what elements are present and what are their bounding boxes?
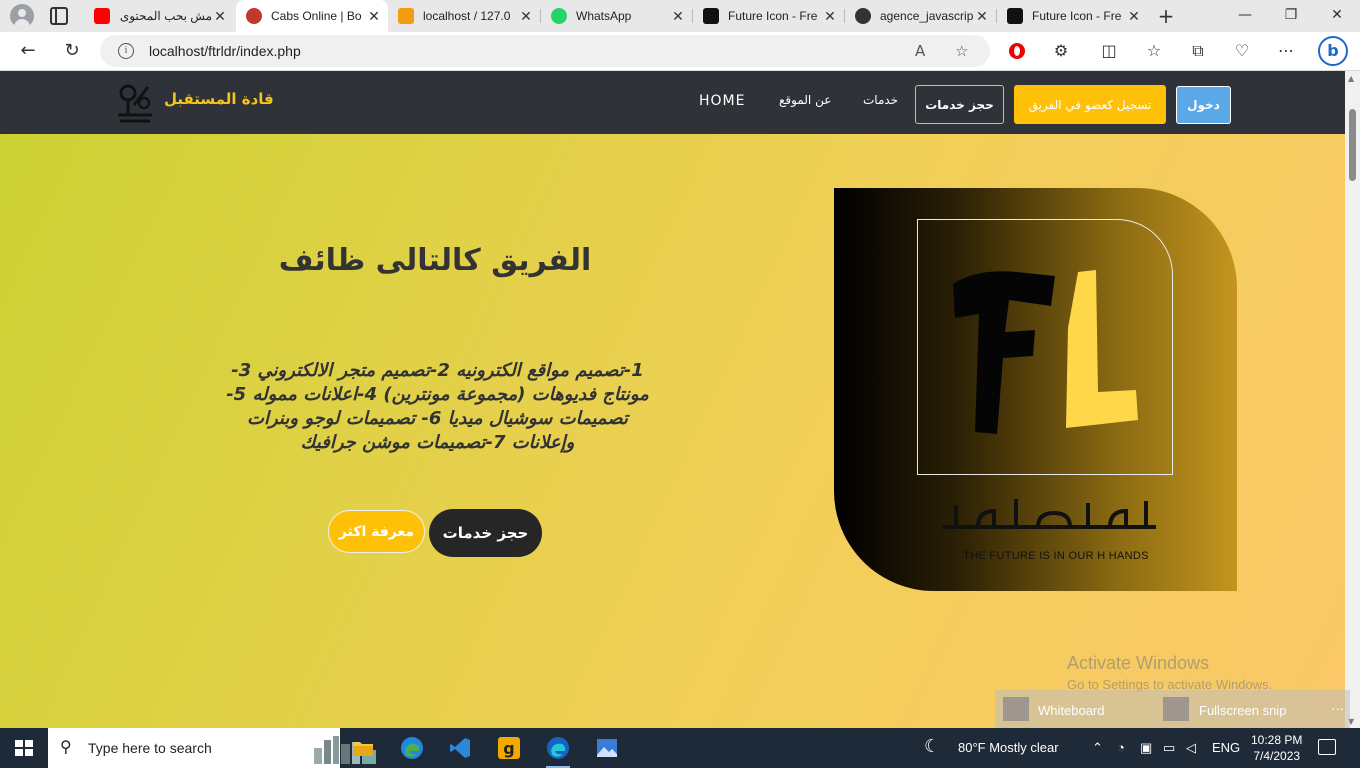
tab-phpmyadmin[interactable]: localhost / 127.0 ✕ (388, 0, 540, 32)
tab-youtube[interactable]: مش بحب المحتوى ✕ (84, 0, 234, 32)
logo-letter-f-icon (953, 271, 1055, 434)
profile-avatar-icon[interactable] (10, 4, 34, 28)
tab-actions-icon[interactable] (50, 7, 68, 25)
search-icon: ⚲ (60, 737, 72, 756)
nav-services-link[interactable]: خدمات (863, 93, 898, 107)
page-viewport: قادة المستقبل HOME عن الموقع خدمات حجز خ… (0, 71, 1345, 728)
search-input[interactable]: Type here to search (88, 740, 212, 756)
opera-extension-icon[interactable] (1009, 43, 1025, 59)
close-tab-icon[interactable]: ✕ (212, 8, 228, 25)
edge-browser-active-icon[interactable] (546, 736, 570, 768)
brand-name[interactable]: قادة المستقبل (164, 90, 274, 108)
activate-windows-watermark: Activate Windows Go to Settings to activ… (1067, 653, 1272, 692)
snip-more-icon[interactable]: ··· (1331, 701, 1344, 716)
more-menu-icon[interactable]: ⋯ (1275, 41, 1297, 60)
split-screen-icon[interactable]: ◫ (1098, 41, 1120, 60)
new-tab-button[interactable]: + (1156, 4, 1176, 28)
fullscreen-snip-button[interactable]: Fullscreen snip (1199, 703, 1286, 718)
activate-title: Activate Windows (1067, 653, 1210, 673)
file-explorer-icon[interactable] (351, 736, 375, 760)
clock-date: 7/4/2023 (1253, 749, 1301, 763)
minimize-icon[interactable]: — (1233, 7, 1257, 23)
site-navbar: قادة المستقبل HOME عن الموقع خدمات حجز خ… (0, 71, 1345, 134)
close-tab-icon[interactable]: ✕ (366, 8, 382, 25)
edge-browser-icon[interactable] (400, 736, 424, 760)
performance-icon[interactable]: ♡ (1231, 41, 1253, 60)
hero-learn-more-button[interactable]: معرفة اكثر (328, 510, 425, 553)
future-icon-favicon (703, 8, 719, 24)
collections-icon[interactable]: ⧉ (1187, 41, 1209, 61)
meet-now-icon[interactable]: ▣ (1140, 740, 1152, 756)
logo-arabic-wordmark (942, 499, 1156, 529)
vscode-icon[interactable] (448, 736, 472, 760)
back-icon[interactable]: ← (16, 40, 40, 61)
scroll-up-icon[interactable]: ▲ (1348, 74, 1354, 83)
whiteboard-button[interactable]: Whiteboard (1038, 703, 1104, 718)
page-scrollbar[interactable]: ▲ ▼ (1345, 71, 1360, 728)
system-clock[interactable]: 10:28 PM 7/4/2023 (1251, 732, 1302, 764)
browser-toolbar: ← ↻ i localhost/ftrldr/index.php A ☆ ⚙ ◫… (0, 32, 1360, 71)
snipping-toolbar: Whiteboard Fullscreen snip ··· (995, 690, 1350, 728)
site-info-icon[interactable]: i (118, 43, 134, 59)
browser-tab-strip: مش بحب المحتوى ✕ Cabs Online | Bo ✕ loca… (0, 0, 1360, 32)
close-window-icon[interactable]: ✕ (1325, 7, 1349, 23)
tab-future-icon[interactable]: Future Icon - Fre ✕ (693, 0, 844, 32)
hero-title: الفريق كالتالى ظائف (278, 243, 592, 278)
tab-whatsapp[interactable]: WhatsApp ✕ (541, 0, 692, 32)
restore-icon[interactable]: ❐ (1279, 7, 1303, 23)
tab-cabs-online[interactable]: Cabs Online | Bo ✕ (236, 0, 388, 32)
brand-logo-icon[interactable] (114, 81, 156, 125)
whatsapp-icon (551, 8, 567, 24)
battery-icon[interactable]: ▭ (1163, 740, 1175, 756)
close-tab-icon[interactable]: ✕ (974, 8, 990, 25)
github-icon (855, 8, 871, 24)
show-hidden-icons-icon[interactable]: ⌃ (1092, 740, 1103, 756)
fullscreen-snip-icon[interactable] (1163, 697, 1189, 721)
phpmyadmin-icon (398, 8, 414, 24)
svg-text:g: g (503, 739, 514, 758)
whiteboard-icon[interactable] (1003, 697, 1029, 721)
notification-center-icon[interactable] (1318, 739, 1336, 755)
hero-book-services-button[interactable]: حجز خدمات (429, 509, 542, 557)
logo-letter-l-icon (1066, 270, 1138, 428)
language-indicator[interactable]: ENG (1212, 740, 1240, 755)
bing-copilot-icon[interactable]: b (1318, 36, 1348, 66)
tab-github[interactable]: agence_javascrip ✕ (845, 0, 996, 32)
future-icon-favicon (1007, 8, 1023, 24)
close-tab-icon[interactable]: ✕ (822, 8, 838, 25)
nav-book-services-button[interactable]: حجز خدمات (915, 85, 1004, 124)
nav-login-button[interactable]: دخول (1176, 86, 1231, 124)
weather-status[interactable]: 80°F Mostly clear (958, 740, 1059, 755)
close-tab-icon[interactable]: ✕ (518, 8, 534, 25)
favorite-star-icon[interactable]: ☆ (955, 42, 968, 60)
url-text[interactable]: localhost/ftrldr/index.php (149, 43, 301, 59)
hero-description: 1-تصميم مواقع الكترونيه 2-تصميم متجر الا… (226, 360, 649, 453)
greenshot-icon[interactable]: g (497, 736, 521, 760)
close-tab-icon[interactable]: ✕ (1126, 8, 1142, 25)
volume-icon[interactable]: ◁ (1186, 740, 1196, 756)
clock-time: 10:28 PM (1251, 733, 1303, 747)
refresh-icon[interactable]: ↻ (60, 40, 84, 61)
logo-tagline: THE FUTURE IS IN OUR H HANDS (963, 550, 1149, 562)
network-icon[interactable]: ◔ (1117, 740, 1125, 755)
read-aloud-icon[interactable]: A (915, 42, 925, 60)
favorites-icon[interactable]: ☆ (1143, 41, 1165, 60)
extensions-icon[interactable]: ⚙ (1050, 41, 1072, 60)
nav-home-link[interactable]: HOME (699, 93, 745, 109)
tab-future-icon-2[interactable]: Future Icon - Fre ✕ (997, 0, 1148, 32)
cabs-icon (246, 8, 262, 24)
windows-taskbar: ⚲ Type here to search g ☾ 80°F Mostly cl… (0, 728, 1360, 768)
photos-icon[interactable] (595, 736, 619, 760)
weather-icon[interactable]: ☾ (924, 736, 940, 757)
windows-start-icon[interactable] (15, 740, 33, 756)
youtube-icon (94, 8, 110, 24)
nav-join-team-button[interactable]: تسجيل كعضو في الفريق (1014, 85, 1166, 124)
nav-about-link[interactable]: عن الموقع (779, 93, 831, 107)
address-bar[interactable]: i localhost/ftrldr/index.php A ☆ (100, 35, 990, 67)
close-tab-icon[interactable]: ✕ (670, 8, 686, 25)
taskbar-search[interactable]: ⚲ Type here to search (48, 728, 376, 768)
scroll-thumb[interactable] (1349, 109, 1356, 181)
hero-logo-card: THE FUTURE IS IN OUR H HANDS (834, 188, 1237, 591)
